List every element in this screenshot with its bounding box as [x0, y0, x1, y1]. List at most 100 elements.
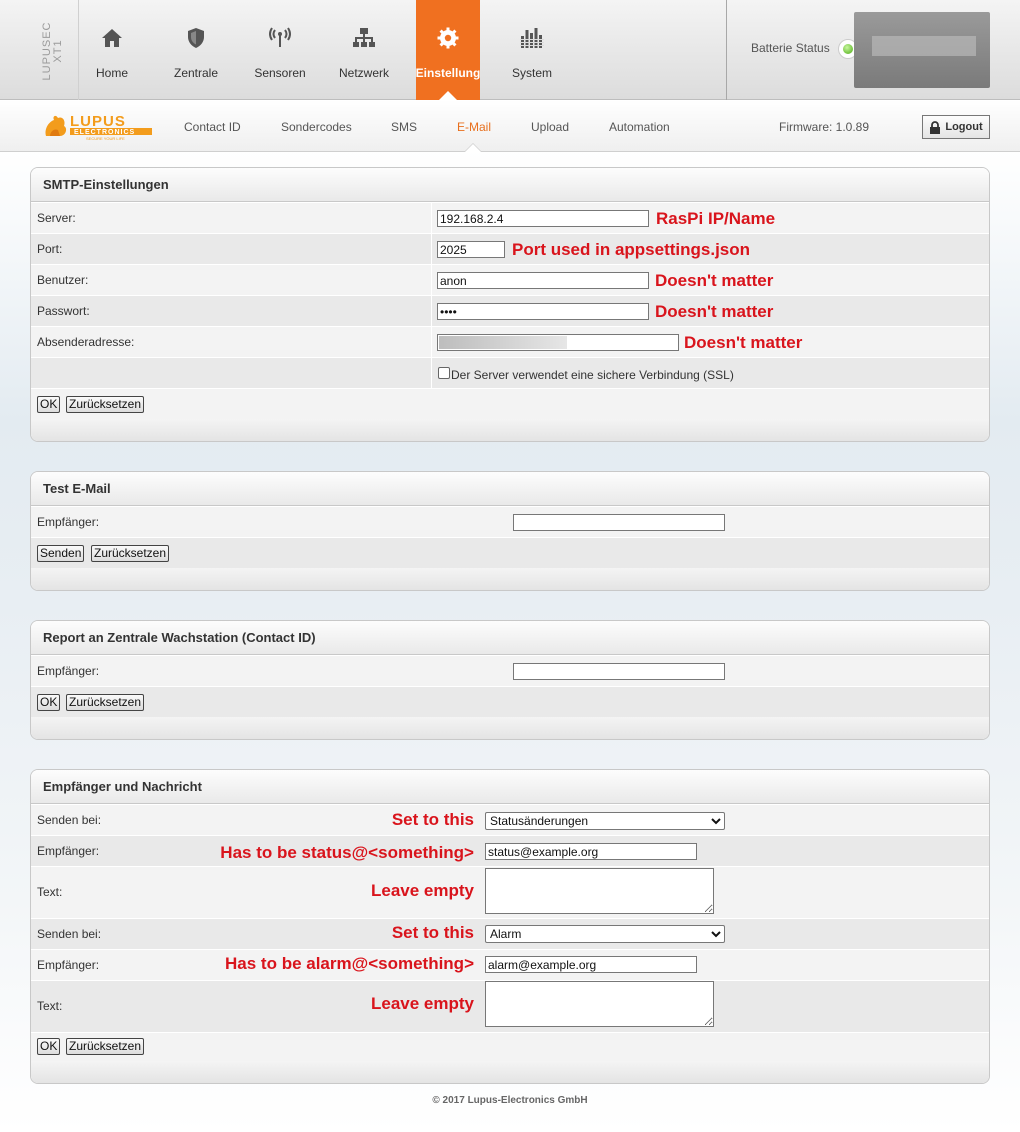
column-divider [431, 327, 432, 357]
copyright-footer: © 2017 Lupus-Electronics GmbH [432, 1095, 588, 1106]
panel-footer [31, 568, 989, 590]
form-row-port: Port: [31, 234, 989, 265]
ssl-checkbox-label: Der Server verwendet eine sichere Verbin… [451, 368, 734, 382]
subnav-automation[interactable]: Automation [609, 120, 670, 134]
report-recipient-input[interactable] [513, 663, 725, 680]
nav-item-system[interactable]: System [500, 0, 564, 100]
panel-footer [31, 717, 989, 739]
subnav-sms[interactable]: SMS [391, 120, 417, 134]
test-recipient-label: Empfänger: [37, 515, 100, 529]
redacted-sender-address [439, 336, 567, 349]
annotation-server: RasPi IP/Name [656, 209, 776, 228]
user-input[interactable] [437, 272, 649, 289]
sender-address-input[interactable] [437, 334, 679, 351]
top-navigation-bar: LUPUSEC XT1 Home Zentrale Sensoren Netzw… [0, 0, 1020, 100]
equalizer-icon [520, 28, 544, 48]
recipient-label: Empfänger: [37, 958, 100, 972]
annotation-send-on-2: Set to this [391, 923, 474, 942]
annotation-sender: Doesn't matter [684, 333, 803, 352]
port-input[interactable] [437, 241, 505, 258]
annotation-text-2: Leave empty [371, 994, 474, 1013]
contact-id-report-panel: Report an Zentrale Wachstation (Contact … [30, 620, 990, 740]
recipient-label: Empfänger: [37, 844, 100, 858]
column-divider [431, 203, 432, 233]
annotation-password: Doesn't matter [655, 302, 774, 321]
panel-title: SMTP-Einstellungen [31, 168, 989, 202]
report-ok-button[interactable]: OK [37, 694, 61, 711]
network-icon [353, 28, 375, 47]
battery-status-label: Batterie Status [751, 41, 830, 55]
nav-item-home[interactable]: Home [80, 0, 144, 100]
panel-title: Empfänger und Nachricht [31, 770, 989, 804]
test-email-panel: Test E-Mail Empfänger: [30, 471, 990, 591]
server-input[interactable] [437, 210, 649, 227]
messages-reset-button[interactable]: Zurücksetzen [66, 1038, 145, 1055]
recipient-input-1[interactable] [485, 843, 697, 860]
smtp-ok-button[interactable]: OK [37, 396, 61, 413]
column-divider [431, 234, 432, 264]
panel-title: Test E-Mail [31, 472, 989, 506]
text-label: Text: [37, 885, 63, 899]
password-label: Passwort: [37, 304, 90, 318]
test-recipient-input[interactable] [513, 514, 725, 531]
active-indicator [439, 91, 457, 100]
subnav-upload[interactable]: Upload [531, 120, 569, 134]
antenna-icon [269, 27, 291, 47]
server-label: Server: [37, 211, 76, 225]
form-row-test-recipient: Empfänger: [31, 507, 989, 538]
firmware-version: Firmware: 1.0.89 [779, 120, 870, 134]
panel-footer [31, 419, 989, 441]
test-send-button[interactable]: Senden [37, 545, 85, 562]
nav-label-netzwerk: Netzwerk [338, 66, 389, 80]
annotation-send-on-1: Set to this [391, 810, 474, 829]
report-reset-button[interactable]: Zurücksetzen [66, 694, 145, 711]
message-textarea-1[interactable] [485, 868, 714, 914]
ssl-checkbox[interactable] [438, 367, 450, 379]
recipient-input-2[interactable] [485, 956, 697, 973]
column-divider [431, 296, 432, 326]
svg-text:LUPUS: LUPUS [70, 113, 126, 130]
form-row-buttons [31, 687, 989, 718]
nav-label-sensoren: Sensoren [254, 66, 306, 80]
column-divider [431, 265, 432, 295]
annotation-text-1: Leave empty [371, 881, 474, 900]
annotation-recipient-2: Has to be alarm@<something> [225, 954, 474, 973]
panel-title: Report an Zentrale Wachstation (Contact … [31, 621, 989, 655]
annotation-recipient-1: Has to be status@<something> [220, 843, 474, 862]
message-textarea-2[interactable] [485, 981, 714, 1027]
panel-footer [31, 1061, 989, 1083]
lupus-electronics-logo: LUPUS ELECTRONICS SECURE YOUR LIFE [45, 113, 152, 141]
nav-item-einstellung[interactable]: Einstellung [416, 0, 480, 100]
form-row-buttons [31, 538, 989, 569]
active-subnav-indicator [464, 143, 482, 152]
user-label: Benutzer: [37, 273, 89, 287]
divider [726, 0, 727, 100]
report-recipient-label: Empfänger: [37, 664, 100, 678]
nav-label-zentrale: Zentrale [173, 66, 219, 80]
shield-icon [188, 28, 204, 48]
nav-item-netzwerk[interactable]: Netzwerk [332, 0, 396, 100]
send-on-select-2[interactable]: Alarm [485, 925, 725, 943]
device-brand-label: LUPUSEC XT1 [36, 18, 70, 84]
nav-item-zentrale[interactable]: Zentrale [164, 0, 228, 100]
password-input[interactable] [437, 303, 649, 320]
nav-label-home: Home [95, 66, 128, 80]
smtp-reset-button[interactable]: Zurücksetzen [66, 396, 145, 413]
sender-label: Absenderadresse: [37, 335, 135, 349]
logout-button[interactable]: Logout [922, 115, 990, 139]
subnav-contact-id[interactable]: Contact ID [184, 120, 241, 134]
annotation-port: Port used in appsettings.json [512, 240, 751, 259]
column-divider [431, 358, 432, 388]
send-on-select-1[interactable]: Statusänderungen [485, 812, 725, 830]
subnav-sondercodes[interactable]: Sondercodes [281, 120, 352, 134]
nav-item-sensoren[interactable]: Sensoren [248, 0, 312, 100]
text-label: Text: [37, 999, 63, 1013]
gear-icon [437, 27, 459, 49]
subnav-email[interactable]: E-Mail [457, 120, 491, 134]
svg-text:ELECTRONICS: ELECTRONICS [74, 129, 135, 136]
messages-ok-button[interactable]: OK [37, 1038, 61, 1055]
svg-text:SECURE YOUR LIFE: SECURE YOUR LIFE [86, 136, 125, 141]
test-reset-button[interactable]: Zurücksetzen [91, 545, 170, 562]
annotation-user: Doesn't matter [655, 271, 774, 290]
form-row-buttons [31, 1033, 989, 1064]
